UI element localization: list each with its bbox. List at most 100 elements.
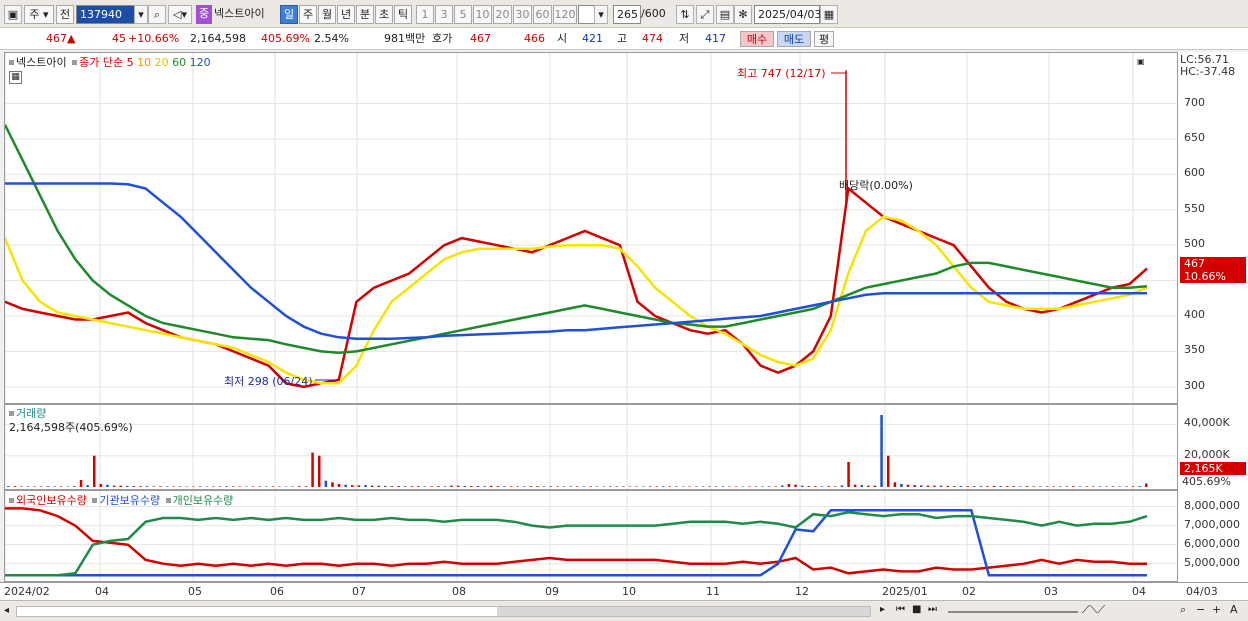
x-axis: 2024/02 04 05 06 07 08 09 10 11 12 2025/01 02 03 04 04… xyxy=(0,582,1248,600)
volume-bar xyxy=(470,486,473,487)
volume-bar xyxy=(748,486,751,487)
prefix-button[interactable]: 전 xyxy=(56,5,74,24)
period-week[interactable]: 주 xyxy=(299,5,317,24)
interval-60[interactable]: 60 xyxy=(533,5,552,24)
interval-3[interactable]: 3 xyxy=(435,5,453,24)
zoom-out-icon[interactable]: − xyxy=(1196,603,1205,616)
draw-tools-icon[interactable]: ⟋⟍⟋ xyxy=(1082,603,1105,617)
volume-bar xyxy=(377,485,380,487)
stock-name: 넥스트아이 xyxy=(214,7,265,20)
period-second[interactable]: 초 xyxy=(375,5,393,24)
volume-bar xyxy=(781,485,784,487)
volume-panel[interactable]: 거래량 2,164,598주(405.69%) ▣ xyxy=(4,404,1245,490)
last-icon[interactable]: ⏭ xyxy=(928,604,937,615)
interval-120[interactable]: 120 xyxy=(553,5,577,24)
volume-bar xyxy=(331,482,334,487)
scroll-left-icon[interactable]: ◂ xyxy=(4,605,9,616)
volume-bar xyxy=(20,486,23,487)
volume-bar xyxy=(106,484,109,487)
period-month[interactable]: 월 xyxy=(318,5,336,24)
interval-10[interactable]: 10 xyxy=(473,5,492,24)
price-chart[interactable] xyxy=(5,53,1177,403)
period-year[interactable]: 년 xyxy=(337,5,355,24)
tool-icon[interactable]: ⤢ xyxy=(696,5,714,24)
panel-close-icon[interactable]: ▣ xyxy=(1137,57,1145,66)
price-panel[interactable]: 넥스트아이 종가 단순 5 10 20 60 120 ▦ ▣ 최고 747 (1… xyxy=(4,52,1178,404)
interval-5[interactable]: 5 xyxy=(454,5,472,24)
chevron-down-icon[interactable]: ▾ xyxy=(594,5,608,24)
volume-bar xyxy=(595,486,599,487)
period-day[interactable]: 일 xyxy=(280,5,298,24)
volume-bar xyxy=(1039,486,1042,487)
volume-bar xyxy=(212,486,215,487)
volume-bar xyxy=(490,485,493,487)
market-select[interactable]: 주 ▾ xyxy=(24,5,54,24)
y-tick-label: 600 xyxy=(1184,166,1205,180)
code-input[interactable]: 137940 xyxy=(76,5,136,24)
interval-20[interactable]: 20 xyxy=(493,5,512,24)
volume-bar xyxy=(569,486,572,487)
volume-chart[interactable] xyxy=(5,405,1177,489)
gear-icon[interactable]: ✻ xyxy=(734,5,752,24)
scroll-right-icon[interactable]: ▸ xyxy=(880,604,885,615)
scrollbar-track[interactable] xyxy=(16,606,871,617)
buy-button[interactable]: 매수 xyxy=(740,31,774,47)
volume-bar xyxy=(986,486,989,487)
y-tick-label: 5,000,000 xyxy=(1184,555,1240,569)
font-icon[interactable]: A xyxy=(1230,603,1238,616)
volume-bar xyxy=(53,486,56,487)
y-tick-label: 500 xyxy=(1184,237,1205,251)
search-icon[interactable]: ⌕ xyxy=(148,5,166,24)
volume-bar xyxy=(959,486,963,487)
y-tick-label: 40,000K xyxy=(1184,416,1230,430)
low-label: 저 xyxy=(679,32,690,45)
volume-bar xyxy=(417,486,420,487)
vol-ratio: 405.69% xyxy=(261,32,310,45)
save-icon[interactable]: ▤ xyxy=(716,5,734,24)
volume-bar xyxy=(734,486,738,487)
date-input[interactable]: 2025/04/03 xyxy=(754,5,821,24)
volume-bar xyxy=(642,486,645,487)
volume-bar xyxy=(648,486,652,487)
volume-bar xyxy=(754,486,758,487)
dividend-note: 배당락(0.00%) xyxy=(839,179,913,192)
zoom-in-icon[interactable]: + xyxy=(1212,603,1221,616)
period-tick[interactable]: 틱 xyxy=(394,5,412,24)
interval-1[interactable]: 1 xyxy=(416,5,434,24)
volume-bar xyxy=(913,485,916,487)
eval-button[interactable]: 평 xyxy=(814,31,834,47)
volume-bar xyxy=(774,486,777,487)
legend-ma-120: 120 xyxy=(189,56,211,69)
period-minute[interactable]: 분 xyxy=(356,5,374,24)
scrollbar-thumb[interactable] xyxy=(497,607,870,616)
price: 467 xyxy=(46,32,67,45)
volume-bar xyxy=(456,485,460,487)
holding-panel[interactable]: 외국인보유수량 기관보유수량 개인보유수량 xyxy=(4,490,1178,582)
window-icon[interactable]: ▣ xyxy=(4,5,22,24)
table-icon[interactable]: ▦ xyxy=(9,71,22,84)
sell-button[interactable]: 매도 xyxy=(777,31,811,47)
volume-bar xyxy=(873,485,877,487)
stop-icon[interactable]: ■ xyxy=(912,604,921,615)
zoom-slider[interactable] xyxy=(948,611,1078,613)
candle-icon[interactable]: ⇅ xyxy=(676,5,694,24)
volume-bar xyxy=(483,486,486,487)
volume-bar xyxy=(79,480,83,487)
volume-bar xyxy=(615,486,619,487)
zoom-icon[interactable]: ⌕ xyxy=(1180,603,1186,617)
volume-bar xyxy=(1052,486,1055,487)
legend-individual: 개인보유수량 xyxy=(172,494,234,507)
volume-bar xyxy=(973,486,976,487)
interval-30[interactable]: 30 xyxy=(513,5,532,24)
volume-bar xyxy=(13,486,17,487)
first-icon[interactable]: ⏮ xyxy=(896,604,905,615)
count-input[interactable]: 265 xyxy=(613,5,641,24)
volume-bar xyxy=(205,486,208,487)
speaker-icon[interactable]: ◁▾ xyxy=(168,5,192,24)
volume-bar xyxy=(536,486,539,487)
x-tick-label: 10 xyxy=(622,585,636,598)
chevron-down-icon[interactable]: ▾ xyxy=(134,5,148,24)
volume-bar xyxy=(404,486,407,487)
price-axis: LC:56.71 HC:-37.48 300350400450500550600… xyxy=(1178,52,1248,404)
calendar-icon[interactable]: ▦ xyxy=(820,5,838,24)
